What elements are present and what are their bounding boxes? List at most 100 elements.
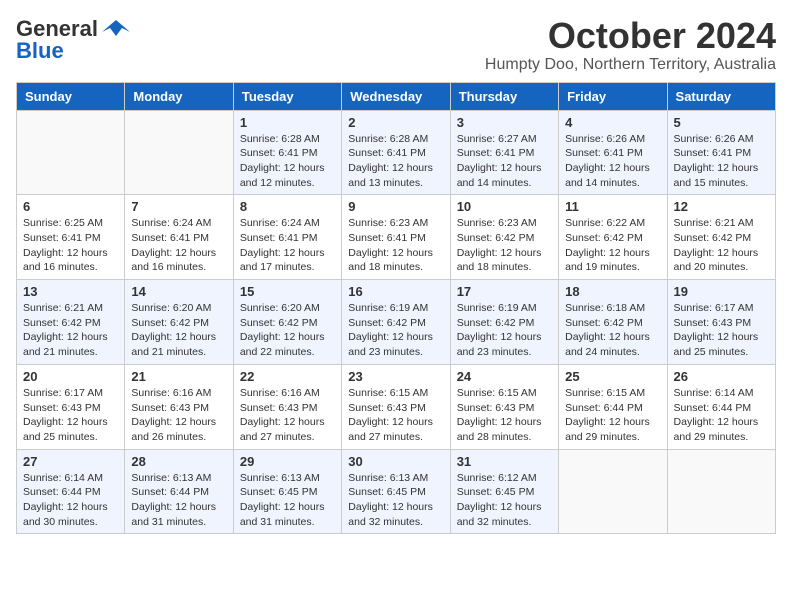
cell-info: Sunrise: 6:18 AMSunset: 6:42 PMDaylight:… — [565, 301, 660, 360]
calendar-cell — [125, 110, 233, 195]
cell-date-number: 9 — [348, 199, 443, 214]
cell-daylight: Daylight: 12 hours and 22 minutes. — [240, 330, 335, 359]
calendar-subtitle: Humpty Doo, Northern Territory, Australi… — [485, 56, 776, 74]
cell-sunrise: Sunrise: 6:20 AM — [240, 301, 335, 316]
cell-date-number: 17 — [457, 284, 552, 299]
cell-sunrise: Sunrise: 6:16 AM — [131, 386, 226, 401]
cell-date-number: 1 — [240, 115, 335, 130]
cell-daylight: Daylight: 12 hours and 15 minutes. — [674, 161, 769, 190]
cell-sunrise: Sunrise: 6:17 AM — [674, 301, 769, 316]
cell-sunrise: Sunrise: 6:28 AM — [240, 132, 335, 147]
cell-sunset: Sunset: 6:42 PM — [457, 316, 552, 331]
cell-daylight: Daylight: 12 hours and 27 minutes. — [348, 415, 443, 444]
cell-sunset: Sunset: 6:42 PM — [674, 231, 769, 246]
calendar-cell: 28 Sunrise: 6:13 AMSunset: 6:44 PMDayligh… — [125, 449, 233, 534]
cell-sunset: Sunset: 6:43 PM — [131, 401, 226, 416]
cell-info: Sunrise: 6:23 AMSunset: 6:41 PMDaylight:… — [348, 216, 443, 275]
calendar-cell: 10 Sunrise: 6:23 AMSunset: 6:42 PMDayligh… — [450, 195, 558, 280]
cell-sunrise: Sunrise: 6:18 AM — [565, 301, 660, 316]
cell-daylight: Daylight: 12 hours and 25 minutes. — [23, 415, 118, 444]
calendar-cell: 9 Sunrise: 6:23 AMSunset: 6:41 PMDaylight… — [342, 195, 450, 280]
cell-date-number: 13 — [23, 284, 118, 299]
page-header: General Blue October 2024 Humpty Doo, No… — [16, 16, 776, 74]
cell-sunrise: Sunrise: 6:25 AM — [23, 216, 118, 231]
cell-info: Sunrise: 6:23 AMSunset: 6:42 PMDaylight:… — [457, 216, 552, 275]
cell-daylight: Daylight: 12 hours and 32 minutes. — [457, 500, 552, 529]
logo-blue-text: Blue — [16, 38, 64, 64]
cell-date-number: 16 — [348, 284, 443, 299]
cell-daylight: Daylight: 12 hours and 16 minutes. — [131, 246, 226, 275]
cell-sunset: Sunset: 6:45 PM — [457, 485, 552, 500]
cell-sunrise: Sunrise: 6:14 AM — [23, 471, 118, 486]
cell-date-number: 7 — [131, 199, 226, 214]
cell-sunset: Sunset: 6:44 PM — [565, 401, 660, 416]
calendar-header-row: SundayMondayTuesdayWednesdayThursdayFrid… — [17, 82, 776, 110]
cell-daylight: Daylight: 12 hours and 29 minutes. — [674, 415, 769, 444]
cell-daylight: Daylight: 12 hours and 31 minutes. — [240, 500, 335, 529]
calendar-cell: 20Sunrise: 6:17 AMSunset: 6:43 PMDayligh… — [17, 364, 125, 449]
calendar-cell: 4Sunrise: 6:26 AMSunset: 6:41 PMDaylight… — [559, 110, 667, 195]
cell-sunset: Sunset: 6:42 PM — [457, 231, 552, 246]
cell-info: Sunrise: 6:13 AMSunset: 6:45 PMDaylight:… — [240, 471, 335, 530]
cell-sunrise: Sunrise: 6:27 AM — [457, 132, 552, 147]
cell-daylight: Daylight: 12 hours and 23 minutes. — [348, 330, 443, 359]
cell-date-number: 26 — [674, 369, 769, 384]
cell-info: Sunrise: 6:19 AMSunset: 6:42 PMDaylight:… — [348, 301, 443, 360]
cell-info: Sunrise: 6:21 AMSunset: 6:42 PMDaylight:… — [23, 301, 118, 360]
calendar-cell: 22Sunrise: 6:16 AMSunset: 6:43 PMDayligh… — [233, 364, 341, 449]
cell-daylight: Daylight: 12 hours and 12 minutes. — [240, 161, 335, 190]
cell-date-number: 27 — [23, 454, 118, 469]
cell-date-number: 24 — [457, 369, 552, 384]
cell-daylight: Daylight: 12 hours and 24 minutes. — [565, 330, 660, 359]
cell-date-number: 19 — [674, 284, 769, 299]
cell-date-number: 28 — [131, 454, 226, 469]
calendar-cell: 3Sunrise: 6:27 AMSunset: 6:41 PMDaylight… — [450, 110, 558, 195]
calendar-cell: 27 Sunrise: 6:14 AMSunset: 6:44 PMDayligh… — [17, 449, 125, 534]
cell-date-number: 5 — [674, 115, 769, 130]
logo-bird-icon — [102, 18, 130, 40]
cell-info: Sunrise: 6:15 AMSunset: 6:43 PMDaylight:… — [457, 386, 552, 445]
cell-info: Sunrise: 6:20 AMSunset: 6:42 PMDaylight:… — [131, 301, 226, 360]
cell-info: Sunrise: 6:13 AMSunset: 6:45 PMDaylight:… — [348, 471, 443, 530]
header-wednesday: Wednesday — [342, 82, 450, 110]
header-sunday: Sunday — [17, 82, 125, 110]
cell-date-number: 10 — [457, 199, 552, 214]
calendar-cell: 13 Sunrise: 6:21 AMSunset: 6:42 PMDayligh… — [17, 280, 125, 365]
cell-info: Sunrise: 6:27 AMSunset: 6:41 PMDaylight:… — [457, 132, 552, 191]
calendar-cell: 19 Sunrise: 6:17 AMSunset: 6:43 PMDayligh… — [667, 280, 775, 365]
cell-sunrise: Sunrise: 6:16 AM — [240, 386, 335, 401]
cell-date-number: 6 — [23, 199, 118, 214]
cell-info: Sunrise: 6:15 AMSunset: 6:43 PMDaylight:… — [348, 386, 443, 445]
calendar-table: SundayMondayTuesdayWednesdayThursdayFrid… — [16, 82, 776, 535]
cell-sunrise: Sunrise: 6:19 AM — [457, 301, 552, 316]
cell-info: Sunrise: 6:22 AMSunset: 6:42 PMDaylight:… — [565, 216, 660, 275]
calendar-cell — [17, 110, 125, 195]
calendar-cell: 17Sunrise: 6:19 AMSunset: 6:42 PMDayligh… — [450, 280, 558, 365]
cell-daylight: Daylight: 12 hours and 18 minutes. — [457, 246, 552, 275]
calendar-cell: 14Sunrise: 6:20 AMSunset: 6:42 PMDayligh… — [125, 280, 233, 365]
cell-sunrise: Sunrise: 6:13 AM — [131, 471, 226, 486]
cell-sunset: Sunset: 6:41 PM — [674, 146, 769, 161]
calendar-cell: 24 Sunrise: 6:15 AMSunset: 6:43 PMDayligh… — [450, 364, 558, 449]
calendar-week-row: 13Sunrise: 6:21 AMSunset: 6:42 PMDayligh… — [17, 280, 776, 365]
header-thursday: Thursday — [450, 82, 558, 110]
cell-sunset: Sunset: 6:41 PM — [457, 146, 552, 161]
calendar-week-row: 27Sunrise: 6:14 AMSunset: 6:44 PMDayligh… — [17, 449, 776, 534]
cell-sunrise: Sunrise: 6:21 AM — [23, 301, 118, 316]
cell-date-number: 20 — [23, 369, 118, 384]
header-friday: Friday — [559, 82, 667, 110]
cell-info: Sunrise: 6:25 AMSunset: 6:41 PMDaylight:… — [23, 216, 118, 275]
cell-date-number: 29 — [240, 454, 335, 469]
cell-daylight: Daylight: 12 hours and 14 minutes. — [565, 161, 660, 190]
cell-sunset: Sunset: 6:43 PM — [348, 401, 443, 416]
cell-sunrise: Sunrise: 6:17 AM — [23, 386, 118, 401]
cell-info: Sunrise: 6:28 AMSunset: 6:41 PMDaylight:… — [240, 132, 335, 191]
cell-sunset: Sunset: 6:44 PM — [23, 485, 118, 500]
cell-info: Sunrise: 6:13 AMSunset: 6:44 PMDaylight:… — [131, 471, 226, 530]
cell-date-number: 4 — [565, 115, 660, 130]
cell-info: Sunrise: 6:17 AMSunset: 6:43 PMDaylight:… — [674, 301, 769, 360]
cell-daylight: Daylight: 12 hours and 30 minutes. — [23, 500, 118, 529]
calendar-week-row: 20Sunrise: 6:17 AMSunset: 6:43 PMDayligh… — [17, 364, 776, 449]
cell-daylight: Daylight: 12 hours and 16 minutes. — [23, 246, 118, 275]
cell-info: Sunrise: 6:14 AMSunset: 6:44 PMDaylight:… — [674, 386, 769, 445]
